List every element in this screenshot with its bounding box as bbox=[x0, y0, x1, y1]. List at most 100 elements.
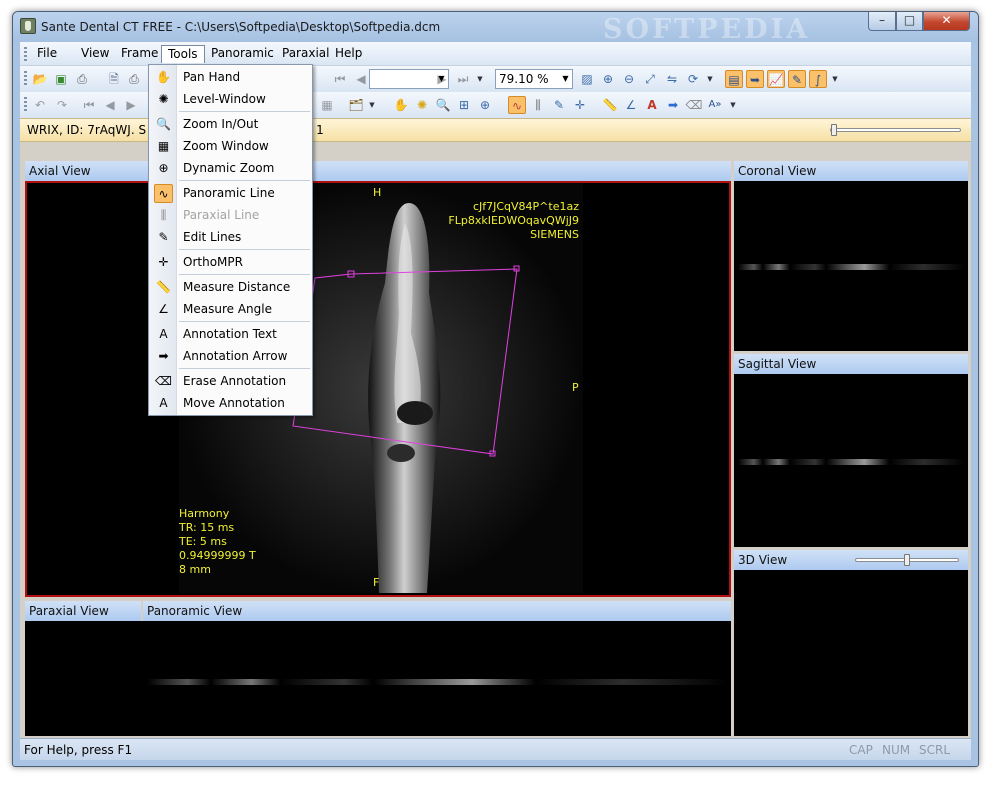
info-line: Harmony bbox=[179, 507, 230, 520]
annotate-box-icon[interactable]: ✎ bbox=[788, 70, 806, 88]
title-bar[interactable]: Sante Dental CT FREE - C:\Users\Softpedi… bbox=[13, 12, 978, 45]
panoramic-view-pane[interactable]: Panoramic View bbox=[141, 601, 731, 736]
menu-item-edit-lines[interactable]: ✎ Edit Lines bbox=[151, 227, 311, 248]
axial-view-pane[interactable]: Axial View H F P cJf7JCqV84P^te1az FLp8x… bbox=[25, 161, 731, 597]
panoramic-line-icon[interactable]: ∿ bbox=[508, 96, 526, 114]
menu-item-annotation-text[interactable]: A Annotation Text bbox=[151, 324, 311, 345]
zoom-in-out-icon: 🔍 bbox=[156, 117, 171, 131]
export-icon[interactable]: ⎙ bbox=[73, 70, 91, 88]
rotate-left-icon[interactable]: ↶ bbox=[31, 96, 49, 114]
maximize-button[interactable]: □ bbox=[896, 12, 923, 31]
rotate-right-icon[interactable]: ↷ bbox=[53, 96, 71, 114]
paraxial-view-pane[interactable]: Paraxial View bbox=[25, 601, 141, 736]
dynamic-zoom-icon[interactable]: ⊕ bbox=[476, 96, 494, 114]
3d-view-pane[interactable]: 3D View bbox=[734, 550, 968, 736]
curve-tool-icon[interactable]: ∫ bbox=[809, 70, 827, 88]
measure-angle-icon[interactable]: ∠ bbox=[622, 96, 640, 114]
toolbar-overflow-icon[interactable]: ▼ bbox=[729, 98, 737, 112]
orientation-top-label: H bbox=[373, 186, 382, 199]
menu-item-move-annotation[interactable]: A Move Annotation bbox=[151, 393, 311, 414]
measure-distance-icon[interactable]: 📏 bbox=[601, 96, 619, 114]
menu-item-panoramic-line[interactable]: ∿ Panoramic Line bbox=[151, 183, 311, 204]
first-slice-icon[interactable]: ⏮ bbox=[80, 96, 98, 114]
orientation-right-label: P bbox=[572, 381, 579, 394]
menu-file[interactable]: File bbox=[31, 45, 63, 63]
menu-tools[interactable]: Tools bbox=[161, 45, 205, 63]
erase-annotation-icon[interactable]: ⌫ bbox=[685, 96, 703, 114]
toolbar-overflow-icon[interactable]: ▼ bbox=[831, 72, 839, 86]
panoramic-view-title: Panoramic View bbox=[141, 601, 731, 621]
measure-chart-icon[interactable]: 📈 bbox=[767, 70, 785, 88]
menu-item-orthompr[interactable]: ✛ OrthoMPR bbox=[151, 252, 311, 273]
menu-panoramic[interactable]: Panoramic bbox=[205, 45, 280, 63]
menu-item-erase-annotation[interactable]: ⌫ Erase Annotation bbox=[151, 371, 311, 392]
measure-distance-icon: 📏 bbox=[156, 280, 171, 294]
pan-hand-icon[interactable]: ✋ bbox=[392, 96, 410, 114]
rotate-icon[interactable]: ⟳ bbox=[684, 70, 702, 88]
send-arrow-icon[interactable]: ➥ bbox=[746, 70, 764, 88]
minimize-button[interactable]: – bbox=[868, 12, 896, 31]
close-button[interactable]: ✕ bbox=[923, 12, 970, 31]
zoom-fit-icon[interactable]: ⤢ bbox=[641, 70, 659, 88]
menu-help[interactable]: Help bbox=[329, 45, 368, 63]
fit-image-icon[interactable]: ▨ bbox=[578, 70, 596, 88]
zoom-out-icon[interactable]: ⊖ bbox=[620, 70, 638, 88]
axial-image-frame[interactable]: H F P cJf7JCqV84P^te1az FLp8xkIEDWOqavQW… bbox=[25, 181, 731, 597]
grid-layout-icon[interactable]: ▦ bbox=[318, 96, 336, 114]
print-icon[interactable]: ⎙ bbox=[125, 70, 143, 88]
menu-paraxial[interactable]: Paraxial bbox=[276, 45, 335, 63]
zoom-window-icon[interactable]: ⊞ bbox=[455, 96, 473, 114]
menu-separator bbox=[179, 180, 310, 181]
zoom-in-icon[interactable]: ⊕ bbox=[599, 70, 617, 88]
status-help: For Help, press F1 bbox=[24, 743, 133, 757]
toolbar-overflow-icon[interactable]: ▼ bbox=[706, 72, 714, 86]
panoramic-line-icon: ∿ bbox=[154, 184, 173, 203]
toolbar-overflow-icon[interactable]: ▼ bbox=[476, 72, 484, 86]
sagittal-view-pane[interactable]: Sagittal View bbox=[734, 354, 968, 547]
prev-frame-icon[interactable]: ◀ bbox=[352, 70, 370, 88]
orthompr-icon[interactable]: ✛ bbox=[571, 96, 589, 114]
menu-separator bbox=[179, 368, 310, 369]
toolbar-grip[interactable] bbox=[24, 71, 27, 87]
orientation-bottom-label: F bbox=[373, 576, 380, 589]
menu-item-measure-angle[interactable]: ∠ Measure Angle bbox=[151, 299, 311, 320]
next-slice-icon[interactable]: ▶ bbox=[122, 96, 140, 114]
info-line: TE: 5 ms bbox=[179, 535, 227, 548]
annotation-arrow-icon[interactable]: ➡ bbox=[664, 96, 682, 114]
open-folder-icon[interactable]: 📂 bbox=[31, 70, 49, 88]
menubar-grip[interactable] bbox=[24, 47, 27, 61]
move-annotation-icon[interactable]: A» bbox=[706, 96, 724, 114]
level-window-icon[interactable]: ✺ bbox=[413, 96, 431, 114]
3d-slider-thumb[interactable] bbox=[904, 554, 910, 566]
zoom-icon[interactable]: 🔍 bbox=[434, 96, 452, 114]
patient-slider[interactable] bbox=[830, 128, 961, 132]
menu-item-measure-distance[interactable]: 📏 Measure Distance bbox=[151, 277, 311, 298]
menu-item-zoom-window[interactable]: ▦ Zoom Window bbox=[151, 136, 311, 157]
zoom-select[interactable]: 79.10 % ▼ bbox=[495, 69, 573, 89]
menu-view[interactable]: View bbox=[75, 45, 115, 63]
menu-item-dynamic-zoom[interactable]: ⊕ Dynamic Zoom bbox=[151, 158, 311, 179]
last-frame-icon[interactable]: ⏭ bbox=[454, 70, 472, 88]
edit-lines-icon[interactable]: ✎ bbox=[550, 96, 568, 114]
annotation-text-icon[interactable]: A bbox=[643, 96, 661, 114]
next-frame-icon[interactable]: ▶ bbox=[433, 70, 451, 88]
axial-view-title: Axial View bbox=[25, 161, 731, 181]
menu-item-hand[interactable]: ✋ Pan Hand bbox=[151, 67, 311, 88]
menu-item-annotation-arrow[interactable]: ➡ Annotation Arrow bbox=[151, 346, 311, 367]
coronal-view-pane[interactable]: Coronal View bbox=[734, 161, 968, 351]
menu-item-zoom-in-out[interactable]: 🔍 Zoom In/Out bbox=[151, 114, 311, 135]
first-frame-icon[interactable]: ⏮ bbox=[331, 70, 349, 88]
print-preview-icon[interactable]: 🗎 bbox=[105, 70, 123, 88]
prev-slice-icon[interactable]: ◀ bbox=[101, 96, 119, 114]
toolbar-overflow-icon[interactable]: ▼ bbox=[368, 98, 376, 112]
properties-icon[interactable]: 🗂 bbox=[347, 96, 365, 114]
layout-page-icon[interactable]: ▤ bbox=[725, 70, 743, 88]
patient-slider-thumb[interactable] bbox=[831, 124, 838, 136]
menu-frame[interactable]: Frame bbox=[115, 45, 164, 63]
toolbar-grip[interactable] bbox=[24, 97, 27, 113]
open-dicom-icon[interactable]: ▣ bbox=[52, 70, 70, 88]
paraxial-line-icon[interactable]: ⫼ bbox=[529, 96, 547, 114]
panoramic-line-overlay[interactable] bbox=[27, 183, 731, 595]
flip-icon[interactable]: ⇋ bbox=[663, 70, 681, 88]
menu-item-level-window[interactable]: ✺ Level-Window bbox=[151, 89, 311, 110]
